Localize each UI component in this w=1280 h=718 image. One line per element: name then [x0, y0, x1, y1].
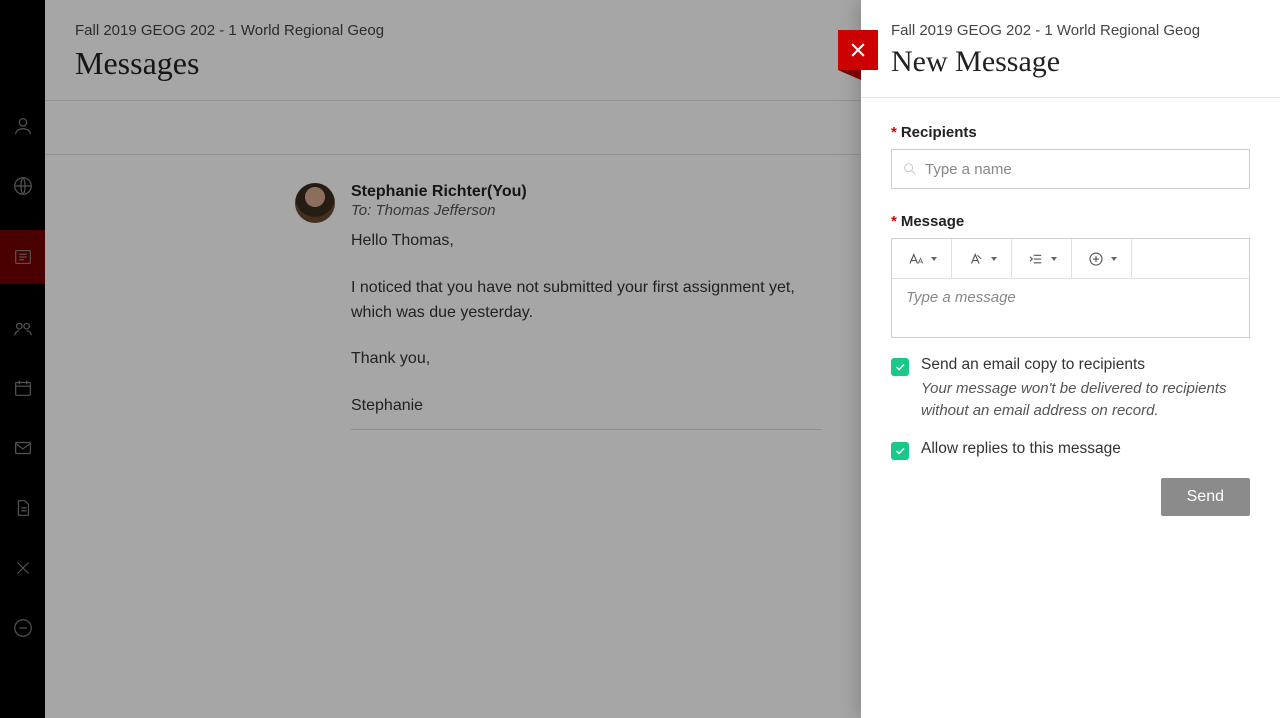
nav-news-icon[interactable]	[0, 230, 45, 284]
email-copy-hint: Your message won't be delivered to recip…	[921, 378, 1250, 422]
allow-replies-label: Allow replies to this message	[921, 440, 1121, 458]
text-format-dropdown[interactable]	[952, 239, 1012, 278]
panel-course-breadcrumb: Fall 2019 GEOG 202 - 1 World Regional Ge…	[891, 22, 1250, 39]
nav-tools-icon[interactable]	[0, 552, 45, 584]
message-label: *Message	[891, 213, 1250, 230]
search-icon	[902, 161, 918, 177]
nav-globe-icon[interactable]	[0, 170, 45, 202]
plus-circle-icon	[1087, 250, 1105, 268]
check-icon	[894, 361, 906, 373]
modal-overlay[interactable]	[45, 0, 861, 718]
list-indent-icon	[1027, 250, 1045, 268]
send-button[interactable]: Send	[1161, 478, 1250, 516]
close-icon	[848, 40, 868, 60]
nav-user-icon[interactable]	[0, 110, 45, 142]
panel-title: New Message	[891, 45, 1250, 79]
left-nav-rail	[0, 0, 45, 718]
email-copy-checkbox[interactable]	[891, 358, 909, 376]
message-editor: Type a message	[891, 238, 1250, 338]
insert-dropdown[interactable]	[1072, 239, 1132, 278]
new-message-panel: Fall 2019 GEOG 202 - 1 World Regional Ge…	[861, 0, 1280, 718]
check-icon	[894, 445, 906, 457]
message-textarea[interactable]: Type a message	[892, 279, 1249, 337]
recipients-input-wrap[interactable]	[891, 149, 1250, 189]
nav-mail-icon[interactable]	[0, 432, 45, 464]
nav-calendar-icon[interactable]	[0, 372, 45, 404]
allow-replies-checkbox[interactable]	[891, 442, 909, 460]
nav-groups-icon[interactable]	[0, 312, 45, 344]
close-panel-button[interactable]	[838, 30, 878, 70]
email-copy-label: Send an email copy to recipients	[921, 356, 1250, 374]
main-area: Fall 2019 GEOG 202 - 1 World Regional Ge…	[45, 0, 861, 718]
nav-signout-icon[interactable]	[0, 612, 45, 644]
text-style-dropdown[interactable]	[892, 239, 952, 278]
list-dropdown[interactable]	[1012, 239, 1072, 278]
text-format-icon	[967, 250, 985, 268]
toolbar-spacer	[1132, 239, 1249, 278]
text-size-icon	[907, 250, 925, 268]
recipients-label: *Recipients	[891, 124, 1250, 141]
recipients-input[interactable]	[925, 161, 1239, 178]
nav-doc-icon[interactable]	[0, 492, 45, 524]
editor-toolbar	[892, 239, 1249, 279]
